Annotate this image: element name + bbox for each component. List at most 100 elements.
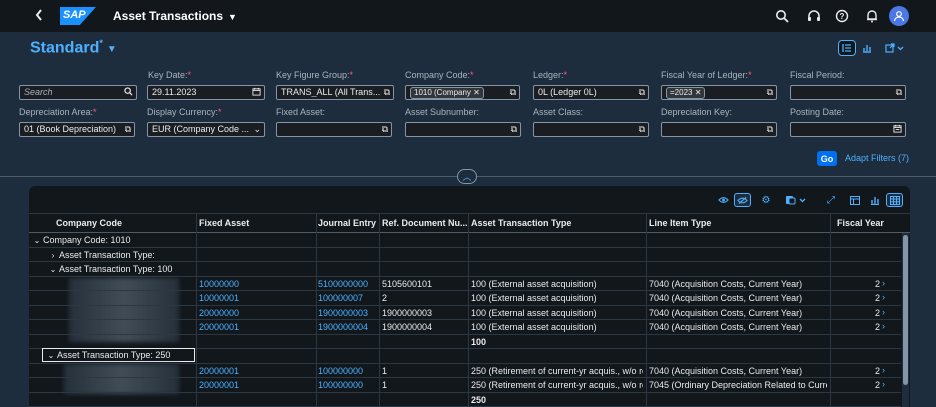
chevron-down-icon[interactable]: ⌄: [253, 124, 261, 135]
search-icon[interactable]: [124, 87, 133, 98]
sap-logo[interactable]: SAP: [60, 7, 96, 25]
value-help-icon[interactable]: ⧉: [125, 124, 131, 135]
table-view-icon[interactable]: [886, 193, 903, 207]
collapse-header-icon[interactable]: ︿: [457, 169, 477, 184]
hide-details-icon[interactable]: [734, 193, 751, 207]
value-help-icon[interactable]: ⧉: [767, 87, 773, 98]
column-header-line-item-type[interactable]: Line Item Type: [649, 218, 711, 228]
app-title[interactable]: Asset Transactions ▼: [113, 9, 237, 23]
company-code-token[interactable]: 1010 (Company ✕: [410, 87, 484, 99]
table-row[interactable]: 20000001 1900000004 1900000004 100 (Exte…: [29, 320, 901, 335]
export-icon[interactable]: [783, 193, 809, 207]
share-icon[interactable]: [882, 40, 908, 56]
asset-subnumber-field[interactable]: ⧉: [405, 122, 521, 137]
journal-entry-link[interactable]: 1900000004: [318, 322, 368, 332]
fiscal-period-field[interactable]: ⧉: [790, 85, 906, 100]
asset-class-field[interactable]: ⧉: [533, 122, 649, 137]
navigation-arrow-icon[interactable]: ›: [882, 321, 885, 331]
fiscal-year-label: Fiscal Year of Ledger:*: [661, 70, 752, 80]
adapt-filters-button[interactable]: Adapt Filters (7): [845, 153, 909, 163]
search-icon[interactable]: [774, 8, 790, 24]
journal-entry-link[interactable]: 100000007: [318, 293, 363, 303]
fixed-asset-link[interactable]: 20000001: [199, 380, 239, 390]
value-help-icon[interactable]: ⧉: [639, 87, 645, 98]
column-header-fiscal-year[interactable]: Fiscal Year: [837, 218, 884, 228]
fiscal-year-token[interactable]: =2023 ✕: [666, 87, 706, 99]
display-currency-select[interactable]: EUR (Company Code ... ⌄: [147, 122, 265, 137]
depreciation-area-field[interactable]: 01 (Book Depreciation) ⧉: [19, 122, 135, 137]
chevron-right-icon[interactable]: ›: [47, 251, 59, 260]
value-help-icon[interactable]: ⧉: [511, 124, 517, 135]
group-label: Company Code: 1010: [43, 235, 131, 245]
navigation-arrow-icon[interactable]: ›: [882, 292, 885, 302]
navigation-arrow-icon[interactable]: ›: [882, 307, 885, 317]
settings-icon[interactable]: ⚙: [759, 193, 773, 207]
column-header-company-code[interactable]: Company Code: [56, 218, 122, 228]
group-row-type-250[interactable]: ⌄ Asset Transaction Type: 250: [29, 348, 901, 364]
token-remove-icon[interactable]: ✕: [473, 88, 480, 97]
go-button[interactable]: Go: [817, 151, 837, 166]
fixed-asset-link[interactable]: 20000001: [199, 366, 239, 376]
user-avatar-icon[interactable]: [889, 6, 909, 26]
value-help-icon[interactable]: ⧉: [896, 87, 902, 98]
navigation-arrow-icon[interactable]: ›: [882, 365, 885, 375]
chevron-down-icon[interactable]: ⌄: [47, 265, 59, 274]
fiscal-year-field[interactable]: =2023 ✕ ⧉: [661, 85, 777, 100]
value-help-icon[interactable]: ⧉: [510, 87, 516, 98]
group-row-company-code[interactable]: ⌄ Company Code: 1010: [29, 233, 901, 248]
date-range-icon[interactable]: [893, 124, 902, 135]
key-date-field[interactable]: 29.11.2023: [147, 85, 265, 100]
table-row[interactable]: 20000000 1900000003 1900000003 100 (Exte…: [29, 306, 901, 320]
table-panel: ⚙ ⤢ Company Code Fixed Asset Journal Ent…: [29, 186, 910, 407]
chevron-down-icon[interactable]: ⌄: [31, 236, 43, 245]
fixed-asset-link[interactable]: 20000001: [199, 322, 239, 332]
chart-icon[interactable]: [867, 193, 883, 207]
vertical-scrollbar[interactable]: [902, 233, 909, 407]
ref-document-cell: 5105600101: [382, 278, 433, 289]
group-row-type-100[interactable]: ⌄ Asset Transaction Type: 100: [29, 262, 901, 277]
table-row[interactable]: 20000001 100000000 1 250 (Retirement of …: [29, 378, 901, 393]
help-icon[interactable]: ?: [834, 8, 850, 24]
posting-date-field[interactable]: [790, 122, 906, 137]
journal-entry-link[interactable]: 100000000: [318, 380, 363, 390]
table-row[interactable]: 20000001 100000000 1 250 (Retirement of …: [29, 364, 901, 378]
calendar-icon[interactable]: [252, 87, 261, 98]
depreciation-key-field[interactable]: ⧉: [661, 122, 777, 137]
group-row-type-empty[interactable]: › Asset Transaction Type:: [29, 248, 901, 262]
value-help-icon[interactable]: ⧉: [639, 124, 645, 135]
ledger-field[interactable]: 0L (Ledger 0L) ⧉: [533, 85, 649, 100]
fixed-asset-link[interactable]: 20000000: [199, 308, 239, 318]
column-header-asset-transaction-type[interactable]: Asset Transaction Type: [471, 218, 571, 228]
show-details-icon[interactable]: [715, 193, 731, 207]
chart-view-icon[interactable]: [858, 40, 876, 56]
table-chart-icon[interactable]: [847, 193, 863, 207]
column-header-journal-entry[interactable]: Journal Entry: [318, 218, 376, 228]
table-row[interactable]: 10000001 100000007 2 100 (External asset…: [29, 291, 901, 306]
scrollbar-thumb[interactable]: [903, 235, 908, 385]
company-code-field[interactable]: 1010 (Company ✕ ⧉: [405, 85, 520, 100]
compact-view-icon[interactable]: [838, 40, 856, 56]
bell-icon[interactable]: [864, 8, 880, 24]
search-input[interactable]: Search: [19, 85, 137, 100]
column-header-ref-document[interactable]: Ref. Document Nu...: [382, 218, 468, 228]
navigation-arrow-icon[interactable]: ›: [882, 278, 885, 288]
fixed-asset-link[interactable]: 10000000: [199, 279, 239, 289]
fixed-asset-field[interactable]: ⧉: [276, 122, 392, 137]
fullscreen-icon[interactable]: ⤢: [824, 193, 838, 207]
token-remove-icon[interactable]: ✕: [695, 88, 702, 97]
back-icon[interactable]: [34, 8, 48, 24]
column-header-fixed-asset[interactable]: Fixed Asset: [199, 218, 249, 228]
table-row[interactable]: 10000000 5100000000 5105600101 100 (Exte…: [29, 277, 901, 291]
journal-entry-link[interactable]: 1900000003: [318, 308, 368, 318]
fixed-asset-link[interactable]: 10000001: [199, 293, 239, 303]
key-figure-group-field[interactable]: TRANS_ALL (All Trans... ⧉: [276, 85, 394, 100]
navigation-arrow-icon[interactable]: ›: [882, 379, 885, 389]
value-help-icon[interactable]: ⧉: [384, 87, 390, 98]
chevron-down-icon[interactable]: ⌄: [45, 351, 57, 360]
variant-selector[interactable]: Standard*▼: [30, 38, 117, 57]
value-help-icon[interactable]: ⧉: [767, 124, 773, 135]
journal-entry-link[interactable]: 100000000: [318, 366, 363, 376]
headset-icon[interactable]: [806, 8, 822, 24]
value-help-icon[interactable]: ⧉: [382, 124, 388, 135]
journal-entry-link[interactable]: 5100000000: [318, 279, 368, 289]
